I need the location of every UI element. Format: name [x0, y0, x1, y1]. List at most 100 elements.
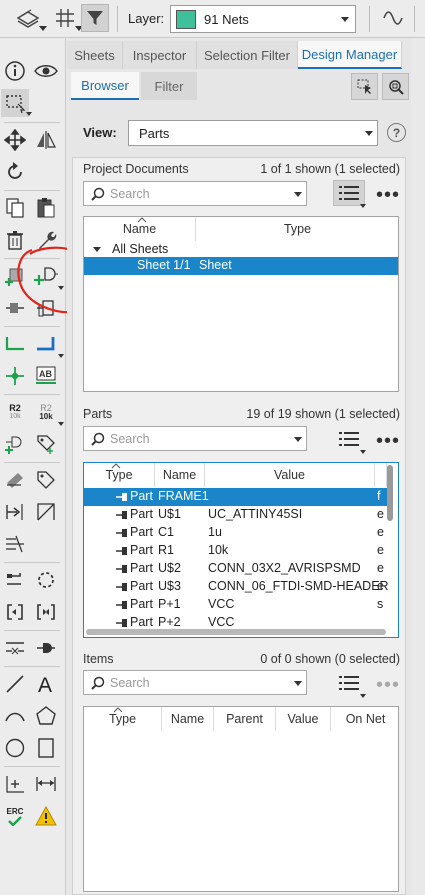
table-row[interactable]: Part U$1 UC_ATTINY45SI e [84, 506, 387, 524]
browser-content: Project Documents 1 of 1 shown (1 select… [72, 157, 406, 895]
paste-icon[interactable] [32, 194, 60, 222]
group-icon[interactable] [1, 530, 29, 558]
pinswap-icon[interactable] [32, 598, 60, 626]
more-options-icon[interactable]: ••• [376, 431, 400, 451]
chevron-down-icon [365, 131, 373, 136]
subtab-filter[interactable]: Filter [141, 72, 197, 100]
column-header-type[interactable]: Type [84, 707, 162, 731]
part-type: Part [130, 525, 153, 539]
miter-icon[interactable] [32, 466, 60, 494]
tab-selection-filter[interactable]: Selection Filter [197, 41, 298, 69]
list-view-button[interactable] [333, 180, 365, 206]
name-icon[interactable]: R2 10k [1, 398, 29, 426]
parts-count: 19 of 19 shown (1 selected) [246, 407, 400, 421]
list-item[interactable]: Sheet 1/1 Sheet [84, 257, 398, 275]
items-search[interactable]: Search [83, 670, 307, 695]
net-split-icon[interactable] [1, 634, 29, 662]
eye-icon[interactable] [32, 57, 60, 85]
search-placeholder: Search [110, 676, 150, 690]
select-box-icon[interactable] [1, 89, 29, 117]
table-row[interactable]: Part U$2 CONN_03X2_AVRISPSMD e [84, 560, 387, 578]
gate-swap-icon[interactable] [1, 566, 29, 594]
polygon-icon[interactable] [32, 702, 60, 730]
plug-icon[interactable] [32, 634, 60, 662]
column-header-on-net[interactable]: On Net [331, 707, 398, 731]
wire-icon[interactable] [1, 330, 29, 358]
circle-icon[interactable] [1, 734, 29, 762]
rectangle-icon[interactable] [32, 734, 60, 762]
rotate-icon[interactable] [1, 158, 29, 186]
table-row[interactable]: Part FRAME1 f [84, 488, 387, 506]
tab-design-manager[interactable]: Design Manager [298, 41, 402, 69]
filter-icon[interactable] [81, 4, 109, 32]
table-row[interactable]: Part P+1 VCC s [84, 596, 387, 614]
tab-sheets[interactable]: Sheets [67, 41, 123, 69]
more-options-icon[interactable]: ••• [376, 675, 400, 695]
table-row[interactable]: Part R1 10k e [84, 542, 387, 560]
more-options-icon[interactable]: ••• [376, 185, 400, 205]
connect-icon[interactable] [1, 466, 29, 494]
column-header-name[interactable]: Name [162, 707, 214, 731]
zoom-to-selection-button[interactable] [382, 73, 409, 100]
table-row[interactable]: Part U$3 CONN_06_FTDI-SMD-HEADER e [84, 578, 389, 596]
value-icon[interactable]: R2 10k [32, 398, 60, 426]
column-header-value[interactable]: Value [205, 463, 375, 487]
slice-icon[interactable] [32, 498, 60, 526]
label-icon[interactable]: AB [32, 362, 60, 390]
wave-icon[interactable] [379, 4, 407, 32]
line-icon[interactable] [1, 670, 29, 698]
mirror-icon[interactable] [32, 126, 60, 154]
view-value: Parts [139, 126, 170, 141]
mark-icon[interactable] [1, 770, 29, 798]
arc-icon[interactable] [1, 702, 29, 730]
part-type: Part [130, 579, 153, 593]
name-icon-top: R2 [9, 402, 21, 413]
horizontal-scrollbar[interactable] [86, 629, 386, 635]
column-header-value[interactable]: Value [276, 707, 331, 731]
part-icon [116, 527, 128, 541]
table-row[interactable]: Part C1 1u e [84, 524, 387, 542]
split-wire-icon[interactable] [1, 498, 29, 526]
part-name: U$2 [158, 561, 181, 575]
text-icon[interactable]: A [32, 670, 60, 698]
part-extra: s [377, 597, 384, 611]
layer-select[interactable]: 91 Nets [170, 5, 356, 33]
move-icon[interactable] [1, 126, 29, 154]
erc-label: ERC [6, 806, 24, 816]
search-icon [91, 432, 105, 446]
help-icon[interactable]: ? [387, 123, 406, 142]
view-select[interactable]: Parts [128, 120, 378, 146]
column-header-type[interactable]: Type [84, 463, 155, 487]
column-header-name[interactable]: Name [155, 463, 205, 487]
info-icon[interactable] [1, 57, 29, 85]
erc-icon[interactable]: ERC [1, 802, 29, 830]
tab-inspector[interactable]: Inspector [123, 41, 197, 69]
dimension-icon[interactable] [32, 770, 60, 798]
layers-icon[interactable] [14, 4, 42, 32]
layer-label: Layer: [128, 11, 165, 26]
part-extra: e [377, 543, 384, 557]
expand-icon[interactable] [93, 247, 101, 252]
bus-icon[interactable] [32, 330, 60, 358]
attribute-icon[interactable] [32, 430, 60, 458]
junction-icon[interactable] [1, 362, 29, 390]
column-header-name[interactable]: Name [84, 217, 196, 241]
vertical-scrollbar[interactable] [387, 465, 393, 521]
search-icon [91, 187, 105, 201]
warning-icon[interactable] [32, 802, 60, 830]
copy-icon[interactable] [1, 194, 29, 222]
list-view-button[interactable] [333, 426, 365, 452]
subtab-browser[interactable]: Browser [71, 72, 139, 100]
column-header-extra[interactable] [375, 463, 387, 487]
port-icon[interactable] [1, 598, 29, 626]
column-header-type[interactable]: Type [196, 217, 398, 241]
parts-search[interactable]: Search [83, 426, 307, 451]
part-name: U$1 [158, 507, 181, 521]
invoke-icon[interactable] [32, 566, 60, 594]
part-icon [116, 581, 128, 595]
select-in-view-button[interactable] [351, 73, 378, 100]
list-view-button[interactable] [333, 670, 365, 696]
project-documents-search[interactable]: Search [83, 181, 307, 206]
pin-swap-icon[interactable] [1, 430, 29, 458]
column-header-parent[interactable]: Parent [214, 707, 276, 731]
